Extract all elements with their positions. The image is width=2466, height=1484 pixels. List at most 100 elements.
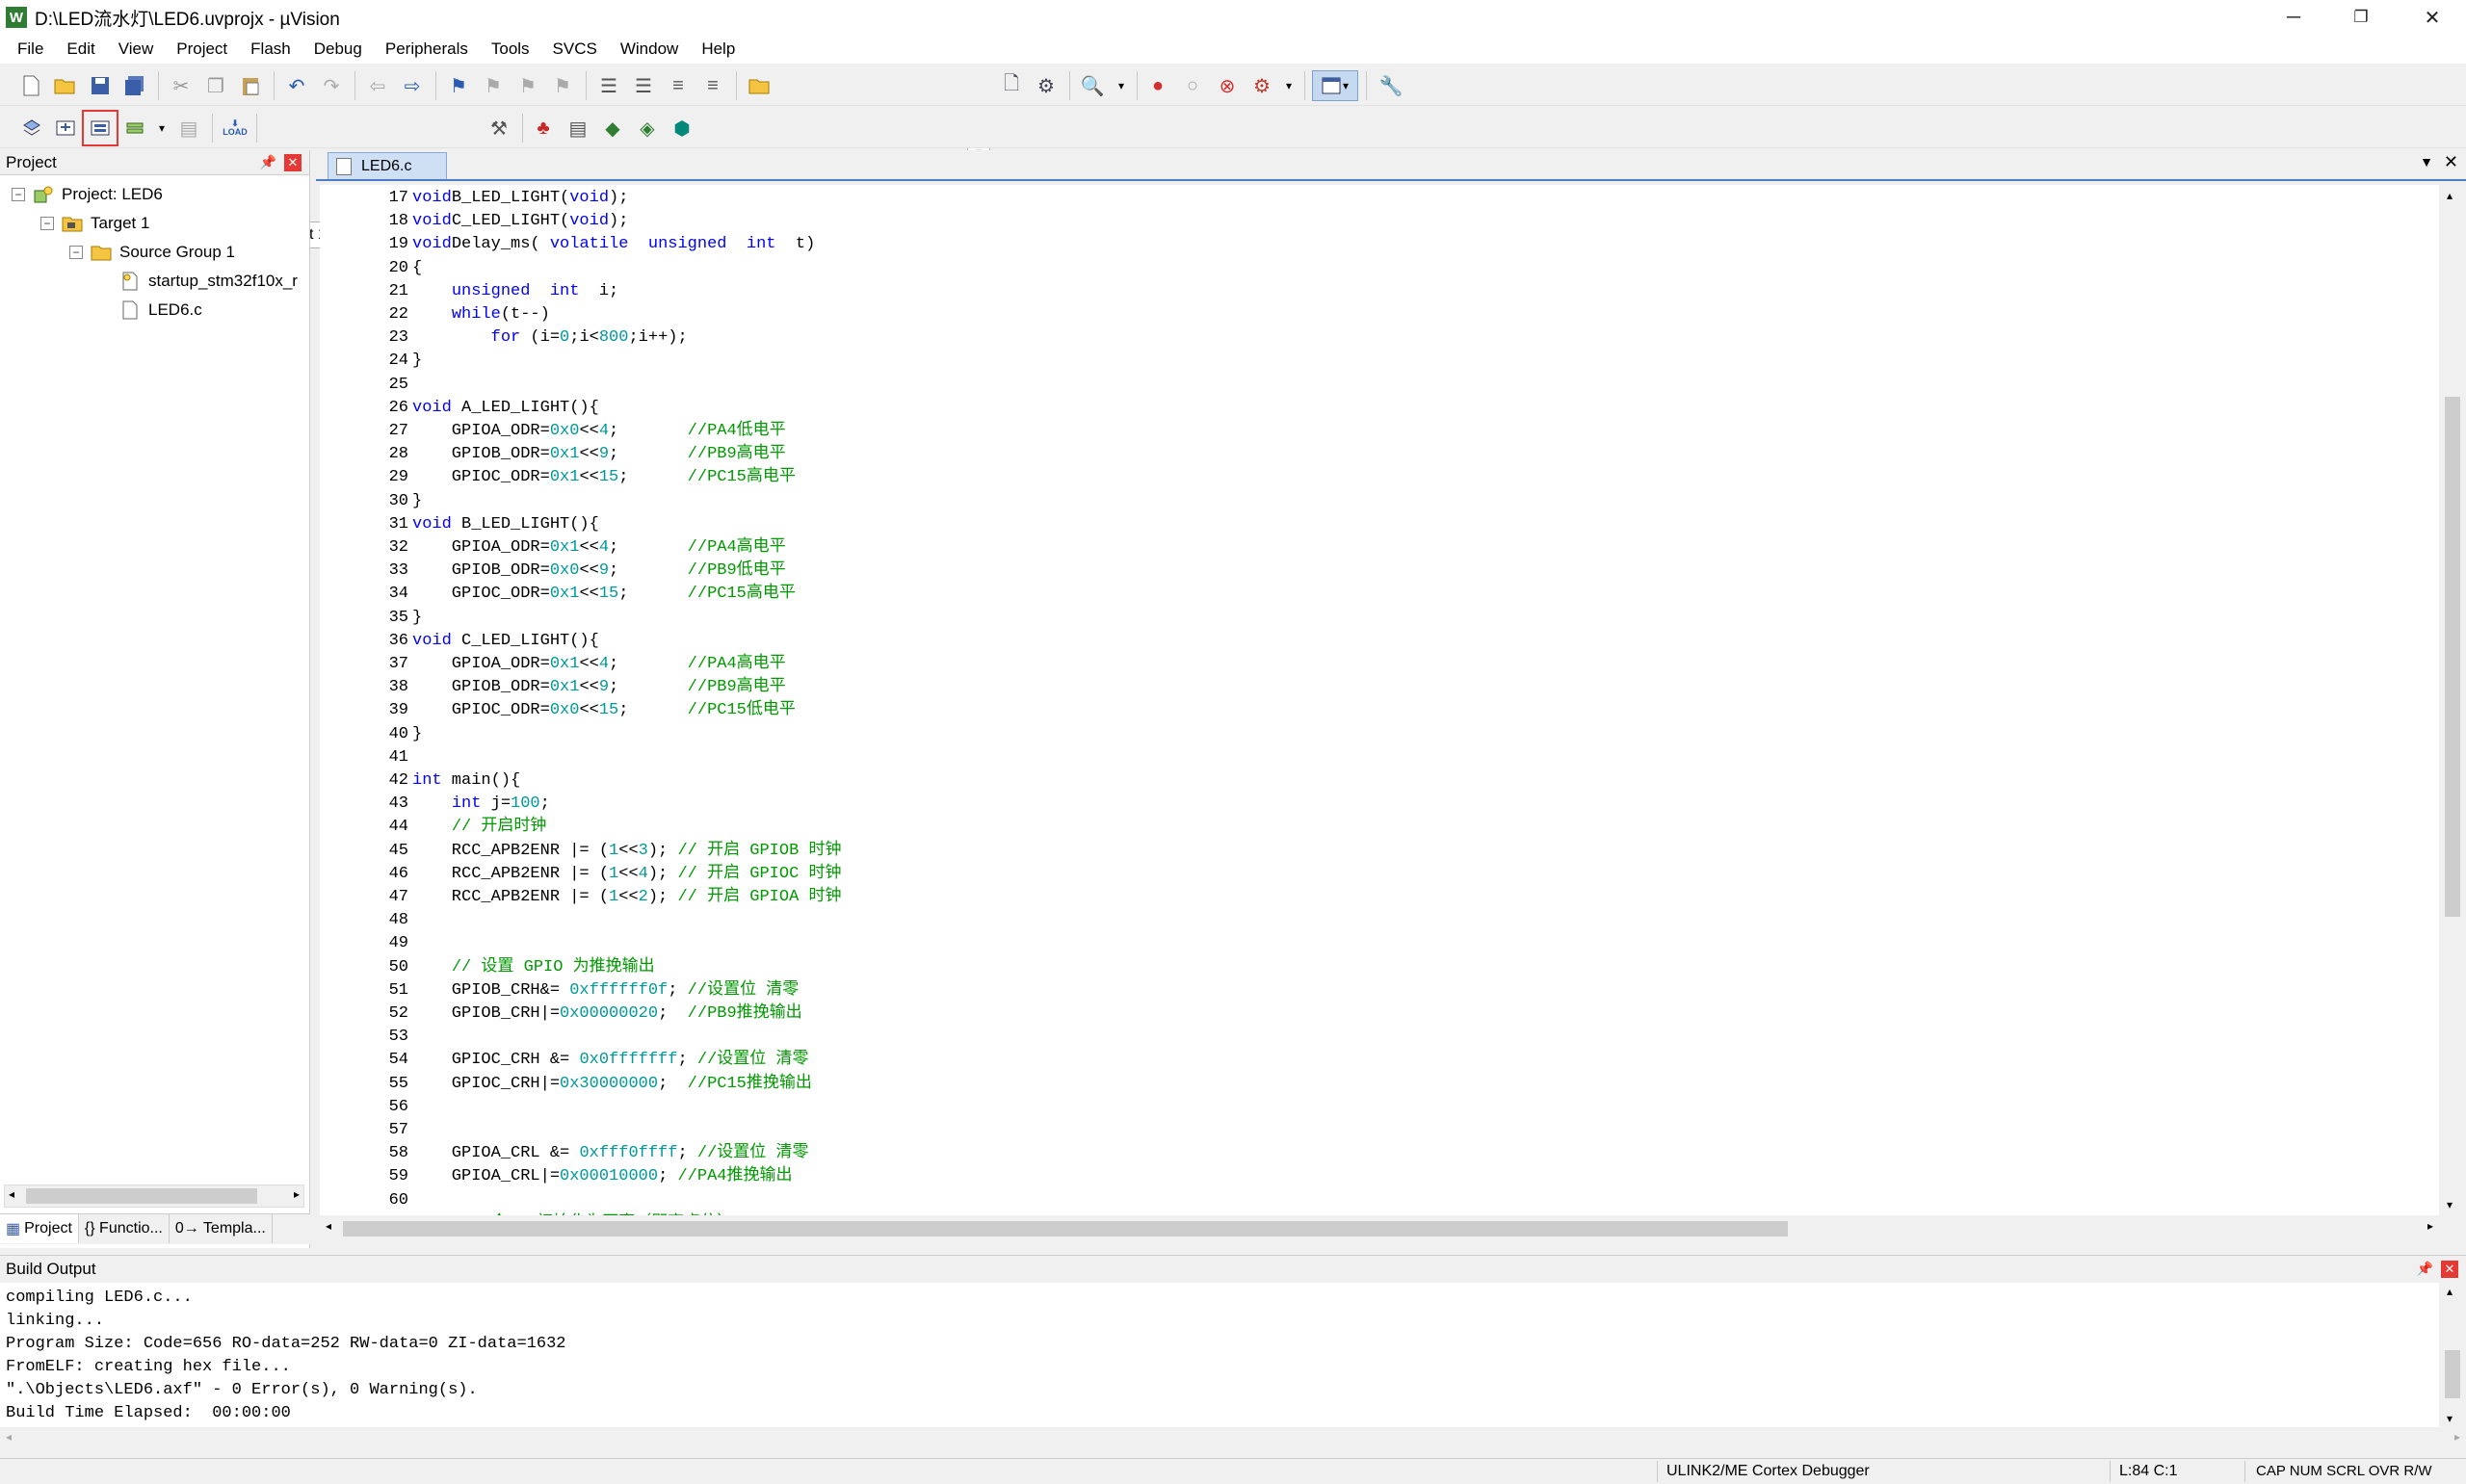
line-number: 51 [388,980,408,1000]
scroll-left-icon[interactable]: ◂ [6,1430,12,1444]
close-button[interactable]: ✕ [2399,0,2466,35]
scroll-up-icon[interactable]: ▴ [2447,1285,2453,1298]
scroll-left-icon[interactable]: ◂ [326,1219,331,1233]
menu-view[interactable]: View [107,39,166,59]
kill-breakpoints-icon[interactable]: ⊗ [1212,70,1243,101]
scroll-down-icon[interactable]: ▾ [2447,1412,2453,1425]
target-options-icon[interactable]: ⚒ [484,113,514,143]
scrollbar-thumb[interactable] [2445,397,2460,917]
editor-vertical-scrollbar[interactable]: ▴ ▾ [2439,185,2466,1215]
disable-breakpoint-icon[interactable]: ○ [1177,70,1208,101]
navigate-forward-icon[interactable]: ⇨ [397,70,428,101]
incremental-find-icon[interactable]: ⚙ [1031,70,1062,101]
project-horizontal-scrollbar[interactable]: ◂ ▸ [4,1185,304,1208]
pin-icon[interactable]: 📌 [2417,1261,2433,1277]
file-extensions-icon[interactable]: ♣ [528,113,559,143]
breakpoint-icon[interactable]: ● [1142,70,1173,101]
find-in-files-icon[interactable] [744,70,774,101]
scrollbar-thumb[interactable] [26,1188,257,1204]
editor-horizontal-scrollbar[interactable]: ◂ ▸ [320,1215,2439,1242]
insert-bookmark-icon[interactable]: ⚑ [443,70,474,101]
scrollbar-thumb[interactable] [343,1221,1788,1237]
code-text: GPIOC_ODR=0x0<<15; //PC15低电平 [412,701,796,720]
pack-installer-icon[interactable]: ◈ [632,113,663,143]
configure-dropdown-icon[interactable]: ▾ [1273,70,1304,101]
collapse-icon[interactable]: − [12,188,25,201]
save-all-icon[interactable] [119,70,150,101]
pin-icon[interactable]: 📌 [260,154,276,170]
cut-icon[interactable]: ✂ [166,70,197,101]
open-file-icon[interactable] [50,70,81,101]
tree-item-project[interactable]: − Project: LED6 [12,181,163,208]
undo-icon[interactable]: ↶ [281,70,312,101]
next-bookmark-icon[interactable]: ⚑ [512,70,543,101]
scroll-up-icon[interactable]: ▴ [2447,189,2453,202]
tab-functions[interactable]: {} Functio... [79,1214,170,1243]
menu-project[interactable]: Project [165,39,239,59]
prev-bookmark-icon[interactable]: ⚑ [478,70,509,101]
close-tab-icon[interactable]: ✕ [2444,152,2458,172]
scroll-right-icon[interactable]: ▸ [294,1187,300,1201]
uncomment-icon[interactable]: ≡ [697,70,728,101]
minimize-button[interactable]: ─ [2260,0,2327,35]
stop-build-icon[interactable]: ▤ [173,113,204,143]
unindent-icon[interactable]: ☰ [628,70,659,101]
menu-help[interactable]: Help [690,39,747,59]
collapse-icon[interactable]: − [69,246,83,259]
tree-item-file[interactable]: LED6.c [119,297,202,324]
menu-peripherals[interactable]: Peripherals [374,39,480,59]
clear-bookmarks-icon[interactable]: ⚑ [547,70,578,101]
scroll-left-icon[interactable]: ◂ [9,1187,14,1201]
maximize-button[interactable]: ❐ [2327,0,2395,35]
paste-icon[interactable] [235,70,266,101]
menu-svcs[interactable]: SVCS [541,39,609,59]
run-time-environment-icon[interactable]: ⬢ [667,113,697,143]
tab-led6-c[interactable]: LED6.c [328,152,447,179]
build-icon[interactable] [50,113,81,143]
tab-templates[interactable]: 0→ Templa... [170,1214,273,1243]
menu-file[interactable]: File [6,39,55,59]
tab-list-dropdown-icon[interactable]: ▼ [2420,154,2433,169]
window-layout-icon[interactable]: ▾ [1312,70,1358,101]
collapse-icon[interactable]: − [40,217,54,230]
select-packs-icon[interactable]: ◆ [597,113,628,143]
project-panel-tabs: ▦ Project {} Functio... 0→ Templa... [0,1213,310,1244]
build-horizontal-scrollbar[interactable]: ◂ ▸ [0,1427,2466,1450]
manage-components-icon[interactable]: ▤ [563,113,593,143]
indent-icon[interactable]: ☰ [593,70,624,101]
settings-wrench-icon[interactable]: 🔧 [1376,70,1406,101]
tree-item-source-group[interactable]: − Source Group 1 [69,239,235,266]
translate-icon[interactable] [15,113,46,143]
code-text: RCC_APB2ENR |= (1<<4); // 开启 GPIOC 时钟 [412,864,842,883]
menu-debug[interactable]: Debug [302,39,374,59]
menu-edit[interactable]: Edit [55,39,106,59]
tree-item-file[interactable]: startup_stm32f10x_r [119,268,298,295]
close-panel-icon[interactable]: ✕ [2441,1261,2458,1278]
scroll-right-icon[interactable]: ▸ [2427,1219,2433,1233]
new-file-icon[interactable] [15,70,46,101]
menu-flash[interactable]: Flash [239,39,302,59]
code-editor[interactable]: 17 voidB_LED_LIGHT(void); 18 voidC_LED_LIGH… [320,185,2439,1215]
build-output-panel[interactable]: compiling LED6.c... linking... Program S… [0,1283,2439,1427]
rebuild-icon[interactable] [82,110,118,146]
save-icon[interactable] [85,70,116,101]
find-icon[interactable]: 🗋 [996,70,1027,101]
build-vertical-scrollbar[interactable]: ▴ ▾ [2439,1283,2466,1427]
menu-window[interactable]: Window [609,39,690,59]
code-text: GPIOB_ODR=0x1<<9; //PB9高电平 [412,678,786,697]
menu-tools[interactable]: Tools [480,39,541,59]
redo-icon[interactable]: ↷ [316,70,347,101]
copy-icon[interactable]: ❐ [200,70,231,101]
scroll-down-icon[interactable]: ▾ [2447,1198,2453,1211]
navigate-back-icon[interactable]: ⇦ [362,70,393,101]
close-panel-icon[interactable]: ✕ [284,154,302,171]
debug-session-icon[interactable]: 🔍 [1077,70,1108,101]
scroll-right-icon[interactable]: ▸ [2454,1430,2460,1444]
load-download-icon[interactable]: ⬇ LOAD [220,113,250,143]
code-text: RCC_APB2ENR |= (1<<3); // 开启 GPIOB 时钟 [412,841,842,860]
tab-project[interactable]: ▦ Project [0,1214,79,1243]
tree-item-target[interactable]: − Target 1 [40,210,149,237]
scrollbar-thumb[interactable] [2445,1350,2460,1398]
comment-icon[interactable]: ≡ [663,70,694,101]
debug-dropdown-icon[interactable]: ▾ [1106,70,1137,101]
